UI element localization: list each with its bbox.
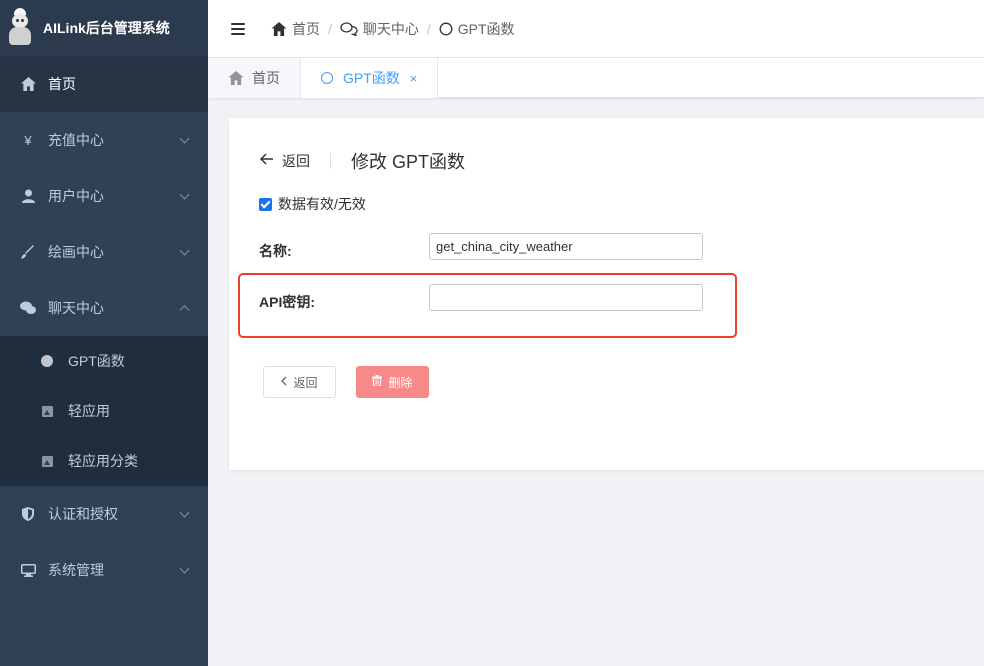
brush-icon <box>20 244 36 260</box>
edit-card: 返回 修改 GPT函数 数据有效/无效 名称: get_china_city_w… <box>229 118 984 470</box>
breadcrumb-item-chat[interactable]: 聊天中心 <box>363 19 419 39</box>
sidebar-subitem-label: GPT函数 <box>68 353 125 369</box>
sidebar-item-home[interactable]: 首页 <box>0 56 208 112</box>
logo-icon <box>6 8 34 48</box>
monitor-icon <box>20 562 36 578</box>
sidebar-item-recharge[interactable]: ¥ 充值中心 <box>0 112 208 168</box>
api-key-input[interactable] <box>429 284 703 311</box>
chevron-down-icon <box>179 189 190 200</box>
valid-checkbox[interactable] <box>259 197 272 211</box>
sidebar-item-system[interactable]: 系统管理 <box>0 542 208 598</box>
sidebar-item-drawing[interactable]: 绘画中心 <box>0 224 208 280</box>
page-title: 修改 GPT函数 <box>351 152 466 172</box>
circle-icon <box>439 22 453 36</box>
back-label: 返回 <box>282 153 310 169</box>
breadcrumb: 首页 / 聊天中心 / GPT函数 <box>271 19 515 39</box>
chevron-down-icon <box>179 563 190 574</box>
circle-icon <box>40 354 54 368</box>
page-header: 返回 修改 GPT函数 <box>259 148 466 174</box>
chat-icon <box>340 21 358 36</box>
sidebar: AILink后台管理系统 首页 ¥ 充值中心 用户中心 绘画中心 聊天中心 GP… <box>0 0 208 666</box>
breadcrumb-separator: / <box>426 20 431 37</box>
valid-checkbox-label: 数据有效/无效 <box>278 196 366 212</box>
tab-gpt-functions[interactable]: GPT函数 × <box>301 58 439 98</box>
tab-label: 首页 <box>252 70 280 86</box>
tab-label: GPT函数 <box>343 70 400 86</box>
name-label: 名称: <box>259 243 292 259</box>
navbar: 首页 / 聊天中心 / GPT函数 <box>208 0 984 58</box>
valid-checkbox-row[interactable]: 数据有效/无效 <box>259 194 366 214</box>
sidebar-item-chat[interactable]: 聊天中心 <box>0 280 208 336</box>
image-icon <box>40 404 54 418</box>
app-title: AILink后台管理系统 <box>43 20 170 36</box>
sidebar-subitem-label: 轻应用分类 <box>68 453 138 469</box>
chat-submenu: GPT函数 轻应用 轻应用分类 <box>0 336 208 486</box>
breadcrumb-item-gpt: GPT函数 <box>457 20 515 37</box>
yen-icon: ¥ <box>24 132 32 148</box>
chevron-up-icon <box>179 305 190 316</box>
arrow-left-icon <box>259 152 274 170</box>
chevron-down-icon <box>179 507 190 518</box>
api-key-label: API密钥: <box>259 294 315 310</box>
sidebar-subitem-light-app-categories[interactable]: 轻应用分类 <box>0 436 208 486</box>
sidebar-subitem-light-apps[interactable]: 轻应用 <box>0 386 208 436</box>
chevron-down-icon <box>179 133 190 144</box>
sidebar-item-label: 系统管理 <box>48 562 104 578</box>
tab-home[interactable]: 首页 <box>208 58 301 98</box>
breadcrumb-item-home[interactable]: 首页 <box>292 19 320 39</box>
sidebar-subitem-gpt-functions[interactable]: GPT函数 <box>0 336 208 386</box>
logo: AILink后台管理系统 <box>0 0 208 56</box>
tags-bar: 首页 GPT函数 × <box>208 58 984 98</box>
sidebar-item-users[interactable]: 用户中心 <box>0 168 208 224</box>
user-icon <box>20 188 36 204</box>
breadcrumb-separator: / <box>328 20 332 37</box>
divider <box>330 153 331 169</box>
chevron-left-icon <box>281 375 287 389</box>
sidebar-item-auth[interactable]: 认证和授权 <box>0 486 208 542</box>
sidebar-item-label: 聊天中心 <box>48 300 104 316</box>
sidebar-item-label: 首页 <box>48 76 76 92</box>
sidebar-item-label: 用户中心 <box>48 188 104 204</box>
delete-button-label: 删除 <box>388 375 413 390</box>
back-button[interactable]: 返回 <box>263 366 336 398</box>
image-icon <box>40 454 54 468</box>
home-icon <box>228 71 244 85</box>
close-icon[interactable]: × <box>410 71 418 86</box>
home-icon <box>20 76 36 92</box>
home-icon <box>271 21 287 36</box>
sidebar-item-label: 认证和授权 <box>48 506 118 522</box>
chevron-down-icon <box>179 245 190 256</box>
header-back-button[interactable]: 返回 <box>259 151 310 171</box>
sidebar-subitem-label: 轻应用 <box>68 403 110 419</box>
trash-icon <box>372 375 383 389</box>
circle-icon <box>321 72 333 84</box>
hamburger-icon[interactable] <box>231 22 245 35</box>
sidebar-item-label: 绘画中心 <box>48 244 104 260</box>
sidebar-item-label: 充值中心 <box>48 132 104 148</box>
chat-icon <box>20 300 36 316</box>
name-input[interactable]: get_china_city_weather <box>429 233 703 260</box>
back-button-label: 返回 <box>293 375 318 390</box>
delete-button[interactable]: 删除 <box>356 366 429 398</box>
shield-icon <box>20 506 36 522</box>
